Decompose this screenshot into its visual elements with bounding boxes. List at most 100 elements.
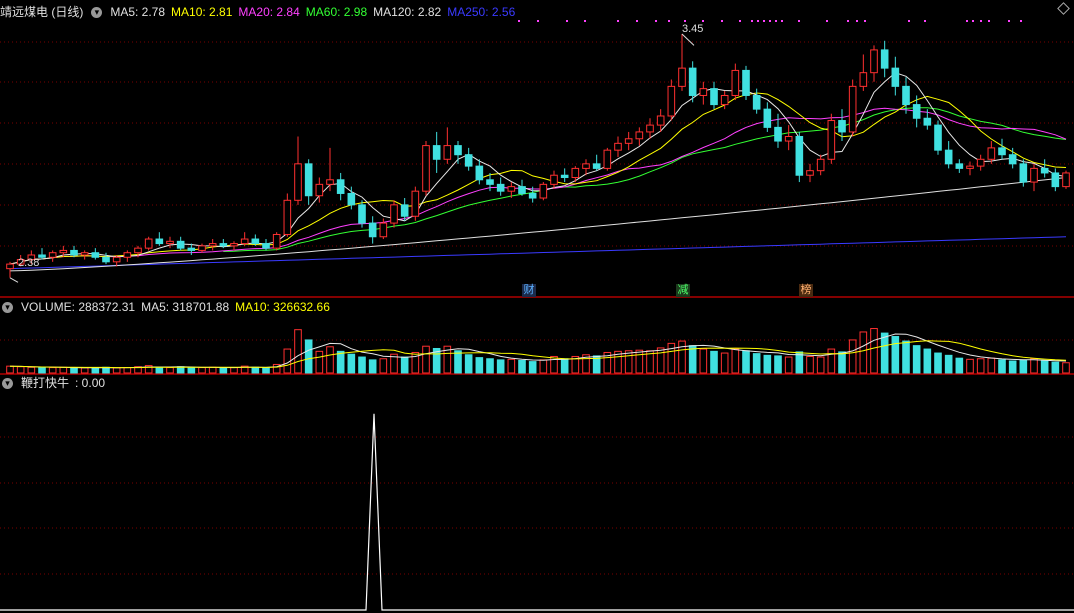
volume-bar	[59, 366, 68, 374]
volume-bar	[976, 358, 985, 374]
main-chart-header: 靖远煤电 (日线) ▾ MA5: 2.78 MA10: 2.81 MA20: 2…	[0, 4, 515, 20]
candle-body	[742, 69, 750, 96]
stock-title: 靖远煤电 (日线)	[0, 5, 84, 19]
volume-bar	[1008, 360, 1017, 374]
volume-bar	[912, 345, 921, 374]
volume-bar	[123, 367, 132, 374]
candle-body	[6, 263, 14, 270]
candle-body	[91, 252, 100, 258]
volume-bar	[507, 358, 516, 374]
candle-body	[518, 186, 526, 194]
signal-dot	[763, 20, 765, 22]
volume-bar	[262, 367, 270, 374]
signal-dot	[980, 20, 982, 22]
candle-body	[187, 247, 196, 251]
volume-bar	[379, 358, 388, 374]
volume-bar	[496, 359, 505, 374]
volume-bar	[859, 331, 868, 374]
volume-bar	[166, 367, 174, 374]
candle-body	[379, 222, 388, 238]
volume-value-label: VOLUME: 288372.31	[21, 300, 136, 314]
ma250-label: MA250: 2.56	[447, 5, 516, 19]
candle-body	[1008, 154, 1017, 165]
candle-body	[208, 243, 217, 247]
volume-bar	[464, 354, 473, 374]
candle-body	[763, 108, 772, 128]
volume-bar	[539, 359, 548, 374]
settings-chevron-icon[interactable]: ▾	[91, 6, 103, 18]
candle-body	[102, 256, 110, 263]
candle-body	[1051, 172, 1060, 188]
candle-body	[688, 67, 697, 96]
volume-bar	[966, 358, 974, 374]
candle-body	[144, 238, 153, 249]
volume-bar	[752, 353, 761, 374]
ranking-badge[interactable]: 榜	[799, 284, 813, 297]
volume-bar	[294, 329, 302, 374]
volume-bar	[710, 350, 718, 374]
candle-body	[720, 94, 729, 106]
signal-dot	[668, 20, 670, 22]
volume-bar	[816, 356, 825, 374]
indicator-chevron-icon[interactable]: ▾	[2, 377, 13, 389]
finance-badge[interactable]: 财	[522, 284, 536, 297]
candle-body	[774, 126, 782, 142]
candle-body	[272, 233, 281, 249]
candle-body	[411, 190, 420, 217]
volume-bar	[518, 359, 526, 374]
candle-body	[624, 138, 633, 144]
candle-body	[80, 252, 89, 256]
volume-bar	[838, 351, 846, 374]
candle-body	[614, 142, 622, 151]
volume-bar	[720, 352, 729, 374]
volume-bar	[91, 367, 100, 374]
candle-body	[934, 124, 942, 151]
volume-bar	[400, 356, 409, 374]
candle-body	[336, 179, 345, 194]
volume-bar	[998, 359, 1006, 374]
volume-bar	[827, 348, 836, 374]
candle-body	[816, 158, 825, 172]
candle-body	[240, 238, 249, 245]
candle-body	[955, 163, 964, 169]
candle-body	[656, 115, 665, 126]
signal-dot	[537, 20, 539, 22]
volume-chevron-icon[interactable]: ▾	[2, 301, 13, 313]
candle-body	[198, 245, 206, 251]
ma20-label: MA20: 2.84	[238, 5, 300, 19]
candle-body	[998, 147, 1006, 156]
volume-bar	[944, 354, 953, 374]
volume-bar	[624, 350, 633, 374]
signal-dot	[1020, 20, 1022, 22]
candle-body	[550, 174, 558, 185]
volume-bar	[16, 366, 25, 374]
candle-body	[134, 247, 142, 254]
candle-body	[123, 252, 132, 258]
signal-dot	[864, 20, 866, 22]
candle-body	[678, 67, 686, 87]
candle-body	[891, 67, 900, 87]
volume-bar	[486, 358, 494, 374]
volume-bar	[219, 367, 228, 374]
volume-bar	[688, 345, 697, 374]
signal-dot	[847, 20, 849, 22]
ma60-label: MA60: 2.98	[305, 5, 368, 19]
candle-body	[59, 249, 68, 254]
volume-bar	[198, 367, 206, 374]
candle-body	[1019, 163, 1028, 183]
volume-bar	[347, 353, 356, 374]
volume-bar	[934, 352, 942, 374]
signal-dot	[566, 20, 568, 22]
volume-bar	[336, 350, 345, 374]
candle-body	[976, 158, 985, 167]
candle-body	[848, 85, 857, 133]
candle-body	[326, 179, 334, 185]
candle-body	[230, 243, 238, 247]
volume-bar	[550, 355, 558, 374]
reduce-badge[interactable]: 减	[676, 284, 690, 297]
candle-body	[827, 120, 836, 160]
volume-bar	[475, 357, 484, 374]
candle-body	[1030, 167, 1038, 183]
volume-header: ▾ VOLUME: 288372.31 MA5: 318701.88 MA10:…	[0, 299, 330, 315]
candle-body	[400, 204, 409, 217]
